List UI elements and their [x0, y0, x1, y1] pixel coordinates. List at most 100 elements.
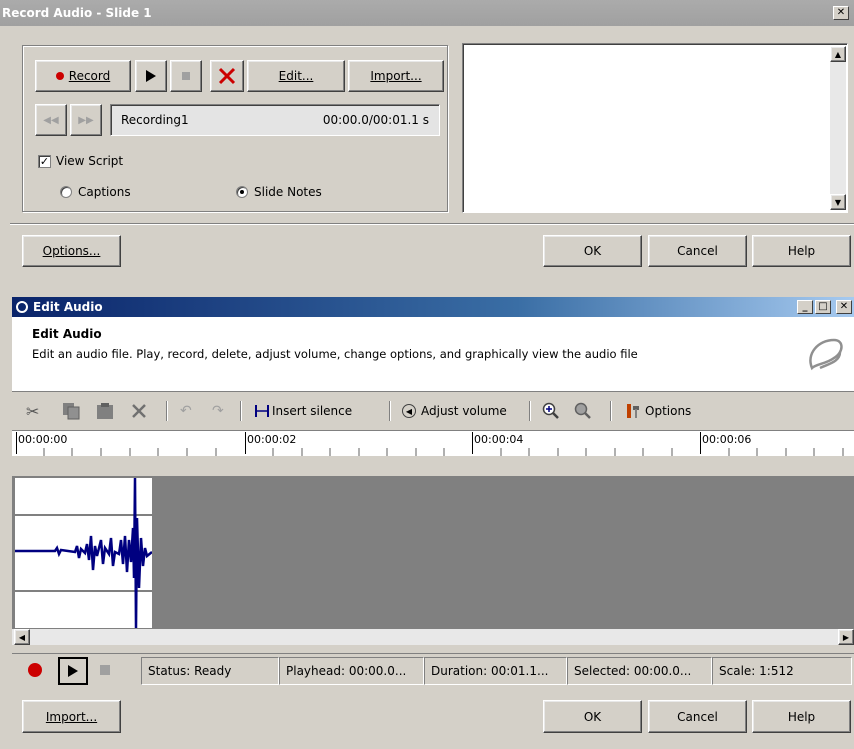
help-button[interactable]: Help	[752, 235, 851, 267]
waveform-top-gap	[12, 456, 854, 476]
cut-tool[interactable]: ✂	[26, 398, 39, 424]
x-icon	[132, 404, 146, 418]
undo-icon: ↶	[180, 403, 192, 419]
zoom-in-icon	[542, 402, 559, 419]
captions-label: Captions	[78, 185, 131, 199]
record-dialog-divider	[10, 223, 854, 225]
zoom-out-tool[interactable]	[574, 398, 592, 424]
script-textarea[interactable]	[462, 43, 848, 213]
stop-button[interactable]	[170, 60, 202, 92]
maximize-icon: □	[818, 301, 828, 312]
playhead-text: Playhead: 00:00.0...	[279, 657, 424, 685]
recording-time: 00:00.0/00:01.1 s	[322, 113, 429, 127]
close-icon: ✕	[836, 7, 846, 18]
dialog-overlap-strip	[0, 283, 854, 297]
edit-stop-icon[interactable]	[100, 665, 110, 675]
edit-header: Edit Audio Edit an audio file. Play, rec…	[12, 317, 854, 392]
scissors-icon: ✂	[26, 401, 40, 421]
captions-radio[interactable]: Captions	[60, 185, 131, 199]
toolbar-separator	[166, 401, 168, 421]
scroll-up-button[interactable]: ▲	[830, 46, 846, 62]
record-button[interactable]: Record	[35, 60, 131, 92]
edit-cancel-button-label: Cancel	[677, 709, 718, 724]
edit-play-button[interactable]	[58, 657, 88, 685]
script-scrollbar[interactable]: ▲ ▼	[830, 46, 846, 210]
cancel-button[interactable]: Cancel	[648, 235, 747, 267]
edit-help-button-label: Help	[787, 709, 816, 724]
edit-button[interactable]: Edit...	[247, 60, 345, 92]
delete-tool[interactable]	[131, 398, 147, 424]
help-button-label: Help	[787, 244, 816, 258]
delete-button[interactable]	[210, 60, 244, 92]
view-script-checkbox[interactable]: ✓ View Script	[38, 154, 123, 168]
radio-icon	[60, 186, 72, 198]
volume-icon: ◀	[402, 404, 416, 418]
insert-silence-tool[interactable]: Insert silence	[254, 398, 352, 424]
edit-ok-button[interactable]: OK	[543, 700, 642, 733]
scroll-left-button[interactable]: ◀	[14, 629, 30, 645]
scale-text: Scale: 1:512	[712, 657, 852, 685]
ruler-label: 00:00:02	[247, 433, 297, 446]
adjust-volume-label: Adjust volume	[421, 404, 507, 418]
arrow-down-icon: ▼	[834, 197, 842, 207]
options-button-label: Options...	[42, 244, 101, 258]
stop-icon	[182, 72, 190, 80]
edit-help-button[interactable]: Help	[752, 700, 851, 733]
options-tools-icon	[627, 404, 639, 418]
play-icon	[68, 665, 78, 677]
audio-waveform	[15, 478, 152, 628]
arrow-up-icon: ▲	[834, 49, 842, 59]
paste-tool[interactable]	[96, 398, 114, 424]
close-button[interactable]: ✕	[833, 6, 849, 20]
toolbar-separator	[240, 401, 242, 421]
record-dot-icon	[55, 72, 64, 80]
edit-button-label: Edit...	[278, 69, 314, 83]
adjust-volume-tool[interactable]: ◀ Adjust volume	[402, 398, 507, 424]
edit-cancel-button[interactable]: Cancel	[648, 700, 747, 733]
options-tool[interactable]: Options	[625, 398, 691, 424]
next-button[interactable]: ▶▶	[70, 104, 102, 136]
undo-tool[interactable]: ↶	[180, 398, 192, 424]
edit-header-title: Edit Audio	[32, 327, 102, 341]
recording-name: Recording1	[121, 113, 189, 127]
duration-text: Duration: 00:01.1...	[424, 657, 567, 685]
ruler-label: 00:00:06	[702, 433, 752, 446]
edit-dialog-title: Edit Audio	[33, 300, 103, 314]
zoom-in-tool[interactable]	[542, 398, 560, 424]
app-logo-icon	[16, 301, 28, 313]
edit-import-button[interactable]: Import...	[22, 700, 121, 733]
checkbox-icon: ✓	[38, 154, 51, 168]
waveform-scrollbar[interactable]: ◀ ▶	[12, 629, 854, 645]
edit-header-description: Edit an audio file. Play, record, delete…	[32, 347, 638, 361]
paste-icon	[97, 403, 113, 419]
edit-close-button[interactable]: ✕	[836, 300, 852, 314]
slide-notes-label: Slide Notes	[254, 185, 322, 199]
previous-button[interactable]: ◀◀	[35, 104, 67, 136]
cancel-button-label: Cancel	[677, 244, 718, 258]
logo-swirl-icon	[809, 338, 843, 371]
radio-selected-icon	[236, 186, 248, 198]
copy-tool[interactable]	[62, 398, 80, 424]
maximize-button[interactable]: □	[815, 300, 831, 314]
record-dialog-title: Record Audio - Slide 1	[2, 6, 152, 20]
record-dot-icon[interactable]	[28, 663, 42, 677]
insert-silence-icon	[255, 405, 269, 417]
options-button[interactable]: Options...	[22, 235, 121, 267]
toolbar-separator	[610, 401, 612, 421]
ok-button-label: OK	[583, 244, 602, 258]
copy-icon	[63, 403, 80, 420]
recording-info: Recording1 00:00.0/00:01.1 s	[110, 104, 440, 136]
close-icon: ✕	[839, 301, 849, 312]
arrow-right-icon: ▶	[842, 632, 850, 642]
redo-tool[interactable]: ↷	[212, 398, 224, 424]
delete-x-icon	[218, 67, 236, 85]
ok-button[interactable]: OK	[543, 235, 642, 267]
play-button[interactable]	[135, 60, 167, 92]
toolbar-separator	[389, 401, 391, 421]
scroll-right-button[interactable]: ▶	[838, 629, 854, 645]
minimize-button[interactable]: _	[797, 300, 813, 314]
slide-notes-radio[interactable]: Slide Notes	[236, 185, 322, 199]
import-button[interactable]: Import...	[348, 60, 444, 92]
status-text: Status: Ready	[141, 657, 279, 685]
scroll-down-button[interactable]: ▼	[830, 194, 846, 210]
